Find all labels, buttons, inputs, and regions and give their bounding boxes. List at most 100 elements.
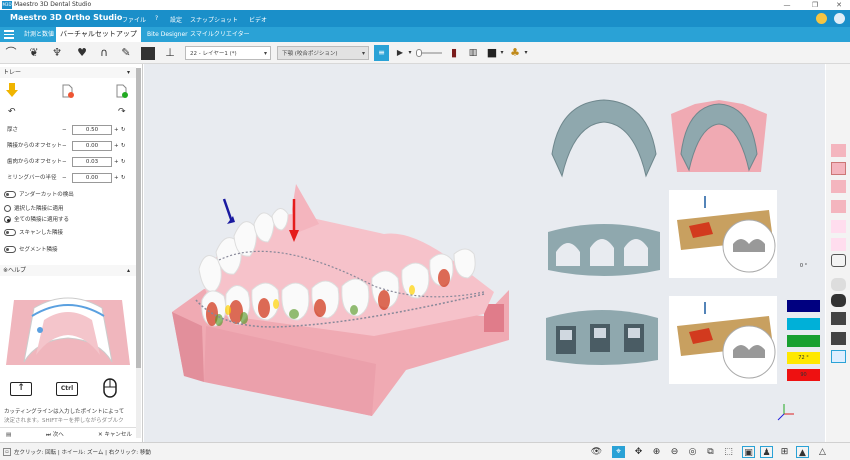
- zoom-out-icon[interactable]: ⊖: [668, 446, 681, 458]
- scan-adjacent-toggle[interactable]: スキャンした隣接: [4, 228, 63, 239]
- segment-adjacent-toggle[interactable]: セグメント隣接: [4, 245, 58, 256]
- add-point-icon[interactable]: [115, 84, 129, 98]
- move-icon[interactable]: ✥: [632, 446, 645, 458]
- menu-file[interactable]: ファイル: [122, 15, 146, 24]
- milling-radius-input[interactable]: 0.00: [72, 173, 112, 183]
- chevron-down-icon[interactable]: ▾: [498, 45, 506, 61]
- tooth-view-icon[interactable]: [831, 278, 846, 291]
- menu-snapshot[interactable]: スナップショット: [190, 15, 238, 24]
- toggle-switch[interactable]: [4, 246, 16, 253]
- copy-icon[interactable]: ⧉: [704, 446, 717, 458]
- position-select[interactable]: 下顎 (咬合ポジション) ▾: [277, 46, 369, 60]
- film-strip-icon[interactable]: ▥: [466, 45, 480, 61]
- increment-button[interactable]: +: [114, 140, 119, 152]
- solid-view-icon[interactable]: [141, 47, 155, 60]
- decrement-button[interactable]: −: [62, 172, 67, 184]
- collapse-icon[interactable]: ▾: [127, 67, 130, 78]
- model-base-icon[interactable]: [831, 312, 846, 325]
- document-icon[interactable]: ▮: [448, 45, 460, 61]
- crown-tool-icon[interactable]: ❦: [24, 45, 44, 61]
- decrement-button[interactable]: −: [62, 140, 67, 152]
- reset-icon[interactable]: ↻: [121, 124, 126, 136]
- chevron-down-icon[interactable]: ▾: [406, 45, 414, 61]
- aligner-side-thumbnail[interactable]: [544, 222, 664, 282]
- zoom-in-icon[interactable]: ⊕: [650, 446, 663, 458]
- heart-tool-icon[interactable]: ♥: [72, 45, 92, 61]
- scrollbar-thumb[interactable]: [136, 68, 141, 368]
- animation-slider[interactable]: [416, 49, 442, 57]
- toggle-switch[interactable]: [4, 229, 16, 236]
- decrement-button[interactable]: −: [62, 124, 67, 136]
- view-gingiva-icon[interactable]: [831, 238, 846, 251]
- slider-handle[interactable]: [416, 49, 422, 57]
- notification-icon[interactable]: [816, 13, 827, 24]
- decrement-button[interactable]: −: [62, 156, 67, 168]
- undercut-toggle[interactable]: アンダーカットの検出: [4, 190, 74, 201]
- undercut-detail-thumbnail[interactable]: [669, 190, 777, 278]
- view-front-icon[interactable]: [831, 200, 846, 213]
- undo-icon[interactable]: ↶: [8, 107, 16, 117]
- cube-icon[interactable]: ⬚: [722, 446, 735, 458]
- tab-bite-designer[interactable]: Bite Designer: [143, 27, 192, 42]
- upper-model-thumbnail[interactable]: [669, 94, 769, 174]
- pen-tool-icon[interactable]: ✎: [116, 45, 136, 61]
- reset-icon[interactable]: ↻: [121, 140, 126, 152]
- target-icon[interactable]: ◎: [686, 446, 699, 458]
- tree-icon[interactable]: ♣: [508, 45, 522, 61]
- triangle-outline-icon[interactable]: △: [816, 446, 829, 458]
- list-icon[interactable]: ▤: [6, 428, 11, 442]
- apply-all-radio[interactable]: 全ての隣接に適用する: [4, 215, 69, 226]
- tab-virtual-setup[interactable]: バーチャルセットアップ: [56, 27, 141, 42]
- person-icon[interactable]: ♟: [760, 446, 773, 458]
- increment-button[interactable]: +: [114, 156, 119, 168]
- select-tool-icon[interactable]: ⌖: [612, 446, 625, 458]
- tab-measurement[interactable]: 計測と数値: [20, 27, 58, 42]
- model-icon[interactable]: ■: [486, 45, 498, 61]
- arch-outline-icon[interactable]: [831, 254, 846, 267]
- thickness-input[interactable]: 0.50: [72, 125, 112, 135]
- layer-select[interactable]: 22 - レイヤー1 (*) ▾: [185, 46, 271, 60]
- tooth-tool-icon[interactable]: ♆: [48, 45, 66, 61]
- radio-button[interactable]: [4, 205, 11, 212]
- user-icon[interactable]: [834, 13, 845, 24]
- increment-button[interactable]: +: [114, 124, 119, 136]
- chevron-down-icon[interactable]: ▾: [522, 45, 530, 61]
- eye-icon[interactable]: 👁: [590, 446, 603, 458]
- hamburger-menu-icon[interactable]: [4, 30, 14, 39]
- delete-point-icon[interactable]: [60, 84, 74, 98]
- grid-icon[interactable]: [831, 350, 846, 363]
- measure-tool-icon[interactable]: ⊥: [160, 45, 180, 61]
- menu-help[interactable]: ?: [155, 15, 158, 22]
- tab-smile-creator[interactable]: スマイルクリエイター: [186, 27, 254, 42]
- play-icon[interactable]: ▶: [394, 45, 406, 61]
- view-upper-icon[interactable]: [831, 144, 846, 157]
- reset-icon[interactable]: ↻: [121, 172, 126, 184]
- apply-selected-radio[interactable]: 選択した隣接に適用: [4, 204, 64, 215]
- panel-scrollbar[interactable]: [136, 68, 141, 438]
- menu-settings[interactable]: 設定: [170, 15, 182, 24]
- 3d-viewport[interactable]: [144, 64, 825, 442]
- view-occlusal-icon[interactable]: [831, 220, 846, 233]
- collapse-icon[interactable]: ▴: [127, 265, 130, 276]
- toggle-switch[interactable]: [4, 191, 16, 198]
- menu-video[interactable]: ビデオ: [249, 15, 267, 24]
- triangle-fill-icon[interactable]: ▲: [796, 446, 809, 458]
- arch-tool-icon[interactable]: ⌒: [2, 45, 20, 61]
- increment-button[interactable]: +: [114, 172, 119, 184]
- download-arrow-icon[interactable]: [6, 83, 18, 97]
- redo-icon[interactable]: ↷: [118, 107, 126, 117]
- cancel-button[interactable]: ✕ キャンセル: [98, 428, 132, 442]
- attachment-detail-thumbnail[interactable]: [669, 296, 777, 384]
- minimize-button[interactable]: —: [778, 0, 796, 10]
- attachment-side-thumbnail[interactable]: [542, 308, 662, 370]
- globe-icon[interactable]: ⊞: [778, 446, 791, 458]
- model-dark-icon[interactable]: [831, 294, 846, 307]
- reset-icon[interactable]: ↻: [121, 156, 126, 168]
- close-button[interactable]: ✕: [830, 0, 848, 10]
- radio-button[interactable]: [4, 216, 11, 223]
- view-both-icon[interactable]: [831, 162, 846, 175]
- view-lower-icon[interactable]: [831, 180, 846, 193]
- image-icon[interactable]: ▣: [742, 446, 755, 458]
- aligner-view-icon[interactable]: ≡: [374, 45, 389, 61]
- adjacent-offset-input[interactable]: 0.00: [72, 141, 112, 151]
